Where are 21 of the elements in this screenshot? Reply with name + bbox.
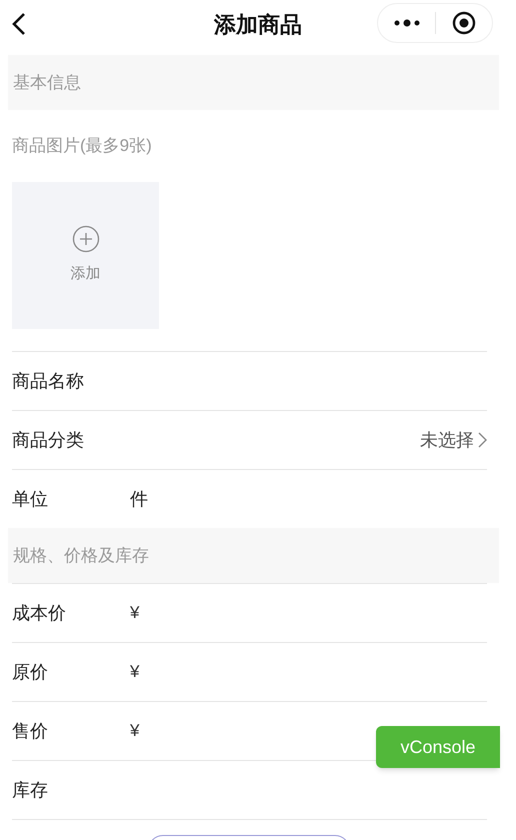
section-header: 基本信息: [8, 55, 499, 110]
target-icon: [452, 11, 476, 35]
more-dots-icon: [394, 19, 420, 27]
field-label: 单位: [12, 488, 49, 510]
chevron-right-icon: [478, 432, 487, 448]
field-label: 商品分类: [12, 428, 85, 452]
currency-sign: ¥: [130, 602, 140, 624]
section-header: 规格、价格及库存: [8, 528, 499, 583]
currency-sign: ¥: [130, 720, 140, 742]
category-selector[interactable]: 未选择: [130, 426, 487, 454]
input-field[interactable]: 件: [130, 479, 160, 519]
page-title: 添加商品: [214, 10, 302, 38]
field-label: 售价: [12, 720, 49, 742]
plus-circle-icon: [72, 225, 100, 254]
field-label: 原价: [12, 660, 49, 684]
currency-sign: ¥: [130, 661, 140, 684]
field-label: 库存: [12, 778, 49, 802]
field-label: 成本价: [12, 602, 67, 624]
chevron-left-icon: [12, 12, 26, 36]
photo-label: 商品图片(最多9张): [12, 135, 153, 158]
field-label: 商品名称: [12, 370, 85, 392]
